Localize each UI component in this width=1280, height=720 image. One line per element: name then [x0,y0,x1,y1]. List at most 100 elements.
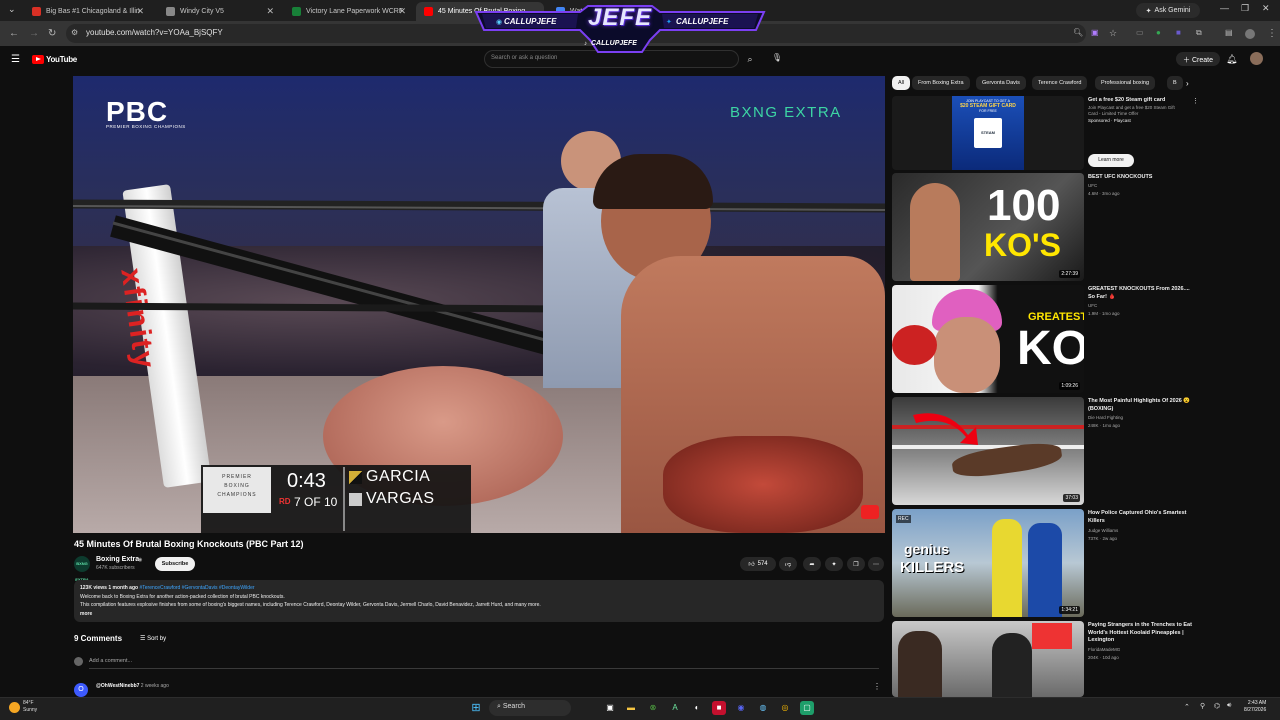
like-button[interactable]: 👍︎ 574 [740,557,776,571]
cast-icon[interactable]: ▣ [1091,28,1099,37]
volume-icon[interactable]: 🔊︎ [1227,702,1231,710]
site-info-icon[interactable]: ⚙ [71,28,78,37]
reload-icon[interactable]: ↻ [48,28,56,39]
rec-thumbnail-2[interactable]: GREATEST KO 1:09:26 [892,285,1084,393]
rec-title-5[interactable]: Paying Strangers in the Trenches to Eat … [1088,622,1198,645]
create-button[interactable]: ＋ Create [1176,52,1220,66]
account-avatar[interactable] [1250,52,1263,65]
hashtags[interactable]: #TerenceCrawford #GervontaDavis #Deontay… [139,585,254,591]
more-actions-button[interactable]: ⋯ [868,557,884,571]
windows-start-icon[interactable]: ⊞ [469,701,483,715]
file-explorer-icon[interactable]: ▬ [624,701,638,715]
clock-date: 8/27/2026 [1244,707,1267,713]
chip-more[interactable]: B [1167,76,1183,90]
puzzle-icon[interactable]: ⧉ [1196,28,1202,38]
comment-username[interactable]: @OhWestNinebb7 [96,683,139,689]
tab-title: Victory Lane Paperwork WCRF [306,8,404,15]
rec-thumbnail-1[interactable]: 100 KO'S 2:27:39 [892,173,1084,281]
sort-by-button[interactable]: ☰ Sort by [140,635,166,642]
bookmark-star-icon[interactable]: ☆ [1109,28,1117,39]
app-icon[interactable]: ◐ [690,701,704,715]
maximize-icon[interactable]: ❐ [1241,3,1249,14]
ask-gemini-button[interactable]: ✦ Ask Gemini [1136,3,1200,18]
steam-app-icon[interactable]: ◍ [756,701,770,715]
app-icon[interactable]: ▢ [800,701,814,715]
extension-icon[interactable]: ● [1156,28,1161,37]
taskbar-clock[interactable]: 2:43 AM 8/27/2026 [1244,700,1266,714]
fighter-figure [910,183,960,281]
extension-icon[interactable]: ■ [1176,28,1181,37]
rec-title-1[interactable]: BEST UFC KNOCKOUTS [1088,174,1198,182]
ask-ai-button[interactable]: ✦ [825,557,843,571]
tray-chevron-icon[interactable]: ⌃ [1184,703,1190,711]
dislike-button[interactable]: 👎︎ [779,557,797,571]
microphone-icon[interactable]: 🎙︎ [770,51,784,65]
xbox-icon[interactable]: ⊗ [646,701,660,715]
chevron-right-icon[interactable]: › [1186,79,1189,88]
rec-title-3[interactable]: The Most Painful Highlights Of 2026 😮 (B… [1088,398,1198,413]
profile-avatar[interactable] [1245,29,1255,39]
description-more-link[interactable]: more [80,610,878,619]
back-icon[interactable]: ← [9,28,19,39]
rec-channel-4[interactable]: Judge Williams [1088,527,1118,534]
youtube-watermark-icon[interactable] [861,505,879,519]
close-icon[interactable]: ✕ [398,6,406,17]
tray-icon[interactable]: ⚲ [1200,702,1205,710]
app-icon[interactable]: ■ [712,701,726,715]
rec-title-2[interactable]: GREATEST KNOCKOUTS From 2026.... So Far!… [1088,286,1198,301]
task-view-icon[interactable]: ▣ [603,701,617,715]
ad-menu-icon[interactable]: ⋮ [1192,97,1199,105]
close-icon[interactable]: ✕ [266,6,274,17]
side-panel-icon[interactable]: ▤ [1225,28,1233,37]
add-comment-input[interactable]: Add a comment... [89,658,132,664]
learn-more-button[interactable]: Learn more [1088,154,1134,167]
tab-2[interactable]: Windy City V5 ✕ [158,2,280,21]
subscribe-button[interactable]: Subscribe [155,557,195,571]
rec-channel-1[interactable]: UFC [1088,182,1097,189]
description-box[interactable]: 123K views 1 month ago #TerenceCrawford … [74,580,884,622]
chip-professional-boxing[interactable]: Professional boxing [1095,76,1156,90]
tab-search-icon[interactable]: ⌄ [8,4,16,15]
channel-name[interactable]: Boxing Extra [96,556,139,563]
chip-gervonta-davis[interactable]: Gervonta Davis [976,76,1026,90]
sun-weather-icon[interactable] [9,702,20,713]
minimize-icon[interactable]: — [1220,3,1229,13]
app-icon[interactable]: A [668,701,682,715]
ad-thumbnail[interactable]: JOIN PLAYCAST TO GET A $20 STEAM GIFT CA… [892,96,1084,170]
rec-channel-5[interactable]: FloridaMadeMG [1088,646,1120,653]
tab-3[interactable]: Victory Lane Paperwork WCRF ✕ [284,2,412,21]
pbc-logo-sub: PREMIER BOXING CHAMPIONS [106,124,186,129]
weather-widget[interactable]: 84°F Sunny [23,700,37,713]
rec-thumbnail-4[interactable]: REC genius KILLERS 1:34:21 [892,509,1084,617]
chrome-app-icon[interactable]: ◎ [778,701,792,715]
comment-menu-icon[interactable]: ⋮ [873,682,881,691]
notifications-bell-icon[interactable]: 🔔︎ [1226,54,1237,65]
network-icon[interactable]: ⌬ [1214,702,1220,710]
url-text[interactable]: youtube.com/watch?v=YOAa_BjSQFY [86,28,223,37]
hamburger-menu-icon[interactable]: ☰ [11,54,20,65]
commenter-avatar[interactable]: O [74,683,88,697]
discord-app-icon[interactable]: ◉ [734,701,748,715]
sort-icon: ☰ [140,636,146,642]
video-player[interactable]: xfinity PBC PREMIER BOXING CHAMPIONS BXN… [73,76,885,533]
chip-all[interactable]: All [892,76,911,90]
rec-thumbnail-3[interactable]: 37:03 [892,397,1084,505]
chip-terence-crawford[interactable]: Terence Crawford [1032,76,1088,90]
rec-title-4[interactable]: How Police Captured Ohio's Smartest Kill… [1088,510,1198,525]
close-icon[interactable]: ✕ [136,6,144,17]
rec-channel-3[interactable]: Die Hard Fighting [1088,414,1123,421]
zoom-icon[interactable]: 🔍︎ [1073,28,1083,37]
chip-from-boxing-extra[interactable]: From Boxing Extra [912,76,970,90]
taskbar-search[interactable]: ⌕ Search [489,700,571,716]
save-button[interactable]: ❐ [847,557,865,571]
rec-channel-2[interactable]: UFC [1088,302,1097,309]
tab-1[interactable]: Big Bas #1 Chicagoland & Illin ✕ [24,2,150,21]
window-close-icon[interactable]: ✕ [1262,3,1270,14]
rec-thumbnail-5[interactable] [892,621,1084,697]
youtube-logo-text[interactable]: YouTube [46,55,77,64]
share-button[interactable]: ➦ [803,557,821,571]
extension-icon[interactable]: ▭ [1136,28,1144,37]
channel-avatar[interactable]: BXNG EXTRA [74,556,90,582]
forward-icon[interactable]: → [29,28,39,39]
menu-kebab-icon[interactable]: ⋮ [1267,28,1277,39]
